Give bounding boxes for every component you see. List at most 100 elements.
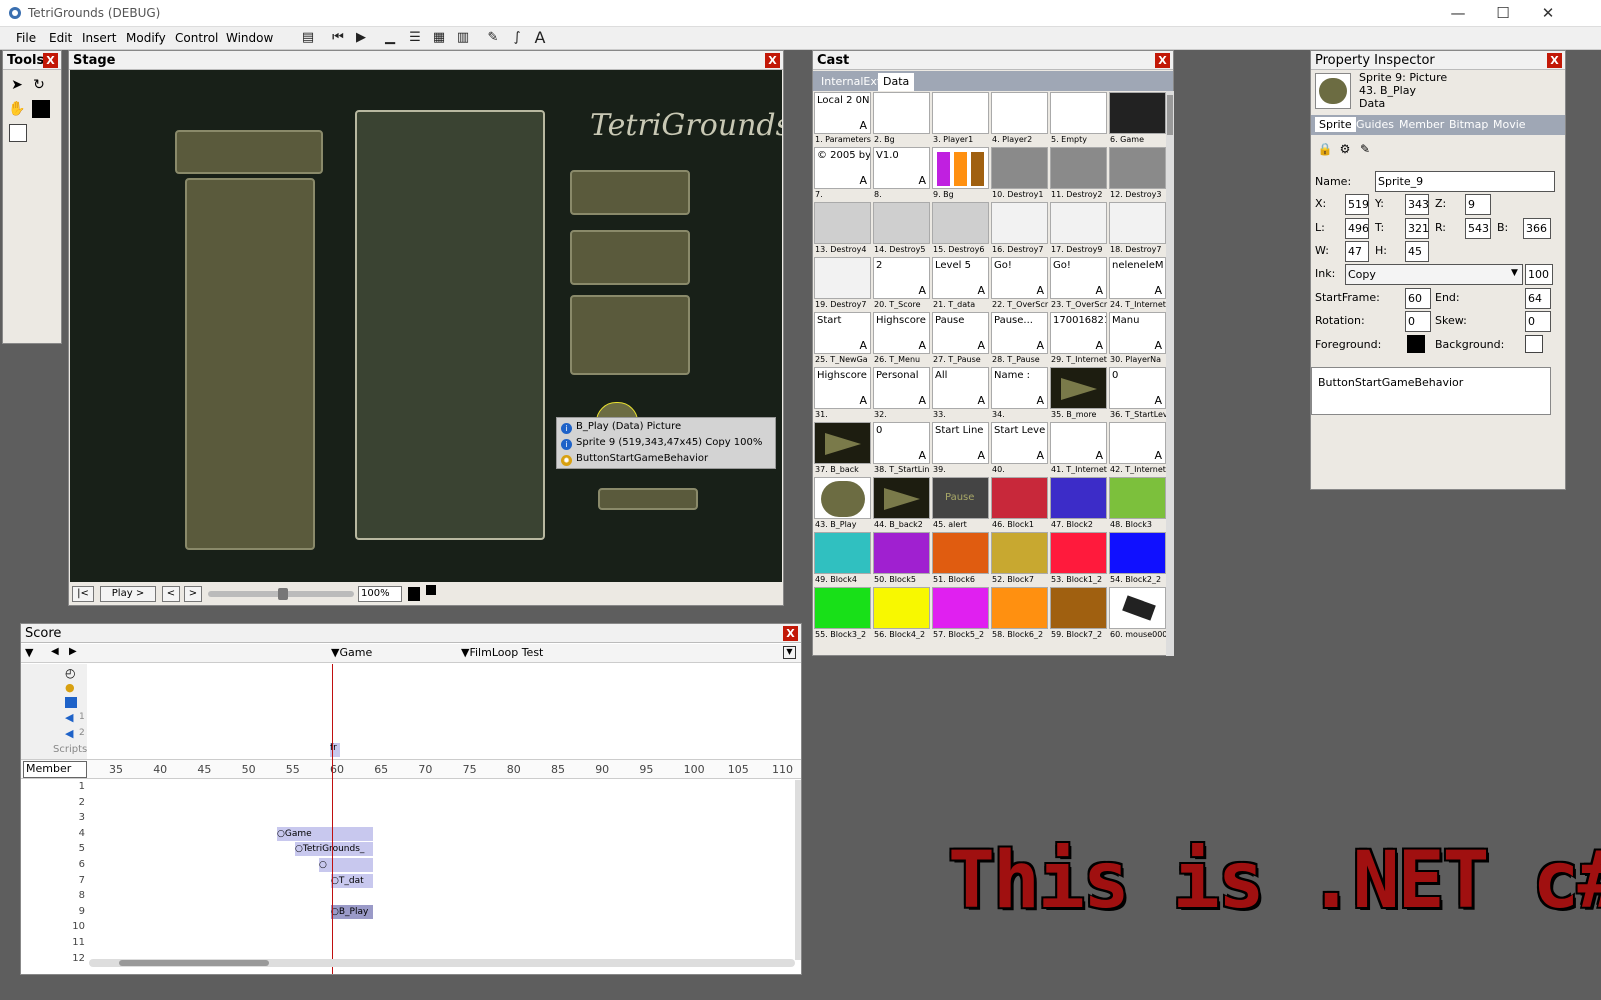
cast-member[interactable]: neleneleM A 24. T_Internet [1109, 257, 1166, 312]
cast-member[interactable]: 5. Empty [1050, 92, 1108, 147]
cast-thumbnail[interactable]: 2A [873, 257, 930, 299]
cast-scrollbar[interactable] [1166, 91, 1174, 656]
z-field[interactable]: 9 [1465, 194, 1491, 215]
startframe-field[interactable]: 60 [1405, 288, 1431, 309]
cast-thumbnail[interactable]: 170016821 A [1050, 312, 1107, 354]
sprite-channel-row[interactable]: 10 [21, 920, 795, 935]
cast-member[interactable]: 3. Player1 [932, 92, 990, 147]
menu-window[interactable]: Window [226, 31, 273, 45]
cast-thumbnail[interactable] [1050, 202, 1107, 244]
score-sprite-span[interactable]: ○TetriGrounds_ [295, 842, 373, 857]
cast-member[interactable]: Name : A 34. [991, 367, 1049, 422]
cast-member[interactable]: Pause... A 28. T_Pause [991, 312, 1049, 367]
b-field[interactable]: 366 [1523, 218, 1551, 239]
playhead[interactable] [332, 664, 333, 974]
play-button[interactable]: Play > [100, 586, 156, 602]
cast-thumbnail[interactable] [1050, 92, 1107, 134]
cast-thumbnail[interactable]: Go! A [1050, 257, 1107, 299]
score-sprite-span[interactable]: ○T_dat [331, 873, 373, 888]
marker-filmloop[interactable]: ▼FilmLoop Test [461, 646, 543, 659]
y-field[interactable]: 343 [1405, 194, 1429, 215]
foreground-color-swatch[interactable] [1407, 335, 1425, 353]
end-field[interactable]: 64 [1525, 288, 1551, 309]
rewind-icon[interactable]: ⏮ [328, 29, 348, 47]
cast-member[interactable]: 15. Destroy6 [932, 202, 990, 257]
cast-thumbnail[interactable]: Highscore A [814, 367, 871, 409]
cast-thumbnail[interactable] [1109, 477, 1166, 519]
cast-thumbnail[interactable] [814, 477, 871, 519]
score-hscrollbar[interactable] [89, 959, 795, 967]
cast-thumbnail[interactable]: Manu A [1109, 312, 1166, 354]
zoom-menu-icon[interactable]: ▼ [783, 646, 796, 659]
sprite-channel-row[interactable]: 2 [21, 796, 795, 811]
background-color-swatch[interactable] [1525, 335, 1543, 353]
cast-member[interactable]: 56. Block4_2 [873, 587, 931, 642]
cast-thumbnail[interactable] [873, 202, 930, 244]
score-sprite-span[interactable]: ○ [319, 858, 373, 872]
tab-bitmap[interactable]: Bitmap [1449, 118, 1488, 131]
menu-modify[interactable]: Modify [126, 31, 166, 45]
sprite-channel-row[interactable]: 6 [21, 858, 795, 873]
cast-member[interactable]: 60. mouse000 [1109, 587, 1166, 642]
cast-member[interactable]: 44. B_back2 [873, 477, 931, 532]
cast-member[interactable]: 49. Block4 [814, 532, 872, 587]
stage-bg-swatch[interactable] [426, 585, 436, 595]
tab-data[interactable]: Data [878, 73, 915, 91]
cast-member[interactable]: 53. Block1_2 [1050, 532, 1108, 587]
sprite-channel-row[interactable]: 3 [21, 811, 795, 826]
w-field[interactable]: 47 [1345, 241, 1369, 262]
chevron-down-icon[interactable]: ▼ [1511, 268, 1518, 278]
cast-thumbnail[interactable] [814, 532, 871, 574]
minimize-button[interactable]: — [1435, 0, 1481, 27]
cast-thumbnail[interactable]: All A [932, 367, 989, 409]
cast-thumbnail[interactable] [814, 587, 871, 629]
cast-thumbnail[interactable] [991, 477, 1048, 519]
cast-member[interactable]: Local 2 0N A 1. Parameters [814, 92, 872, 147]
cast-member[interactable]: Start A 25. T_NewGa [814, 312, 872, 367]
menu-file[interactable]: File [16, 31, 36, 45]
rotation-field[interactable]: 0 [1405, 311, 1431, 332]
cast-thumbnail[interactable]: V1.0 A [873, 147, 930, 189]
cast-thumbnail[interactable]: Personal A [873, 367, 930, 409]
behavior-list[interactable]: ButtonStartGameBehavior [1311, 367, 1551, 415]
score-close-button[interactable]: X [783, 626, 798, 641]
behavior-icon[interactable]: ⚙ [1335, 139, 1355, 159]
cast-thumbnail[interactable] [1109, 92, 1166, 134]
cast-member[interactable]: 11. Destroy2 [1050, 147, 1108, 202]
cast-member[interactable]: 170016821 A 29. T_Internet [1050, 312, 1108, 367]
background-swatch[interactable] [9, 124, 27, 142]
cast-thumbnail[interactable]: 0A [873, 422, 930, 464]
cast-member[interactable]: 43. B_Play [814, 477, 872, 532]
cast-thumbnail[interactable] [1109, 147, 1166, 189]
skew-field[interactable]: 0 [1525, 311, 1551, 332]
ink-select[interactable]: Copy [1345, 264, 1523, 285]
cast-thumbnail[interactable]: Start Leve A [991, 422, 1048, 464]
cast-thumbnail[interactable]: Start Line A [932, 422, 989, 464]
score-sprite-span[interactable]: ○Game [277, 826, 373, 841]
sprite-channel-row[interactable]: 5 [21, 842, 795, 857]
stack-icon[interactable]: ▤ [298, 29, 318, 47]
cast-member[interactable]: 2 A 20. T_Score [873, 257, 931, 312]
cast-member[interactable]: 37. B_back [814, 422, 872, 477]
cast-thumbnail[interactable] [932, 202, 989, 244]
cast-member[interactable]: 58. Block6_2 [991, 587, 1049, 642]
script-icon[interactable]: ✎ [1355, 139, 1375, 159]
foreground-swatch[interactable] [32, 100, 50, 118]
cast-member[interactable]: A 41. T_Internet [1050, 422, 1108, 477]
menu-insert[interactable]: Insert [82, 31, 116, 45]
menu-edit[interactable]: Edit [49, 31, 72, 45]
cast-member[interactable]: V1.0 A 8. [873, 147, 931, 202]
cast-thumbnail[interactable]: Pause A [932, 312, 989, 354]
score-vscrollbar[interactable] [795, 780, 801, 960]
cast-member[interactable]: Highscore A 31. [814, 367, 872, 422]
cast-thumbnail[interactable] [991, 202, 1048, 244]
curve-icon[interactable]: ∫ [507, 29, 527, 47]
score-hscroll-thumb[interactable] [119, 960, 269, 966]
sprite-channel-row[interactable]: 8 [21, 889, 795, 904]
sprite-channel-row[interactable]: 7 [21, 874, 795, 889]
cast-member[interactable]: 12. Destroy3 [1109, 147, 1166, 202]
grid-icon[interactable]: ▦ [429, 29, 449, 47]
step-back-button[interactable]: < [162, 586, 180, 602]
line-icon[interactable]: ▁ [380, 29, 400, 47]
cast-thumbnail[interactable] [814, 257, 871, 299]
